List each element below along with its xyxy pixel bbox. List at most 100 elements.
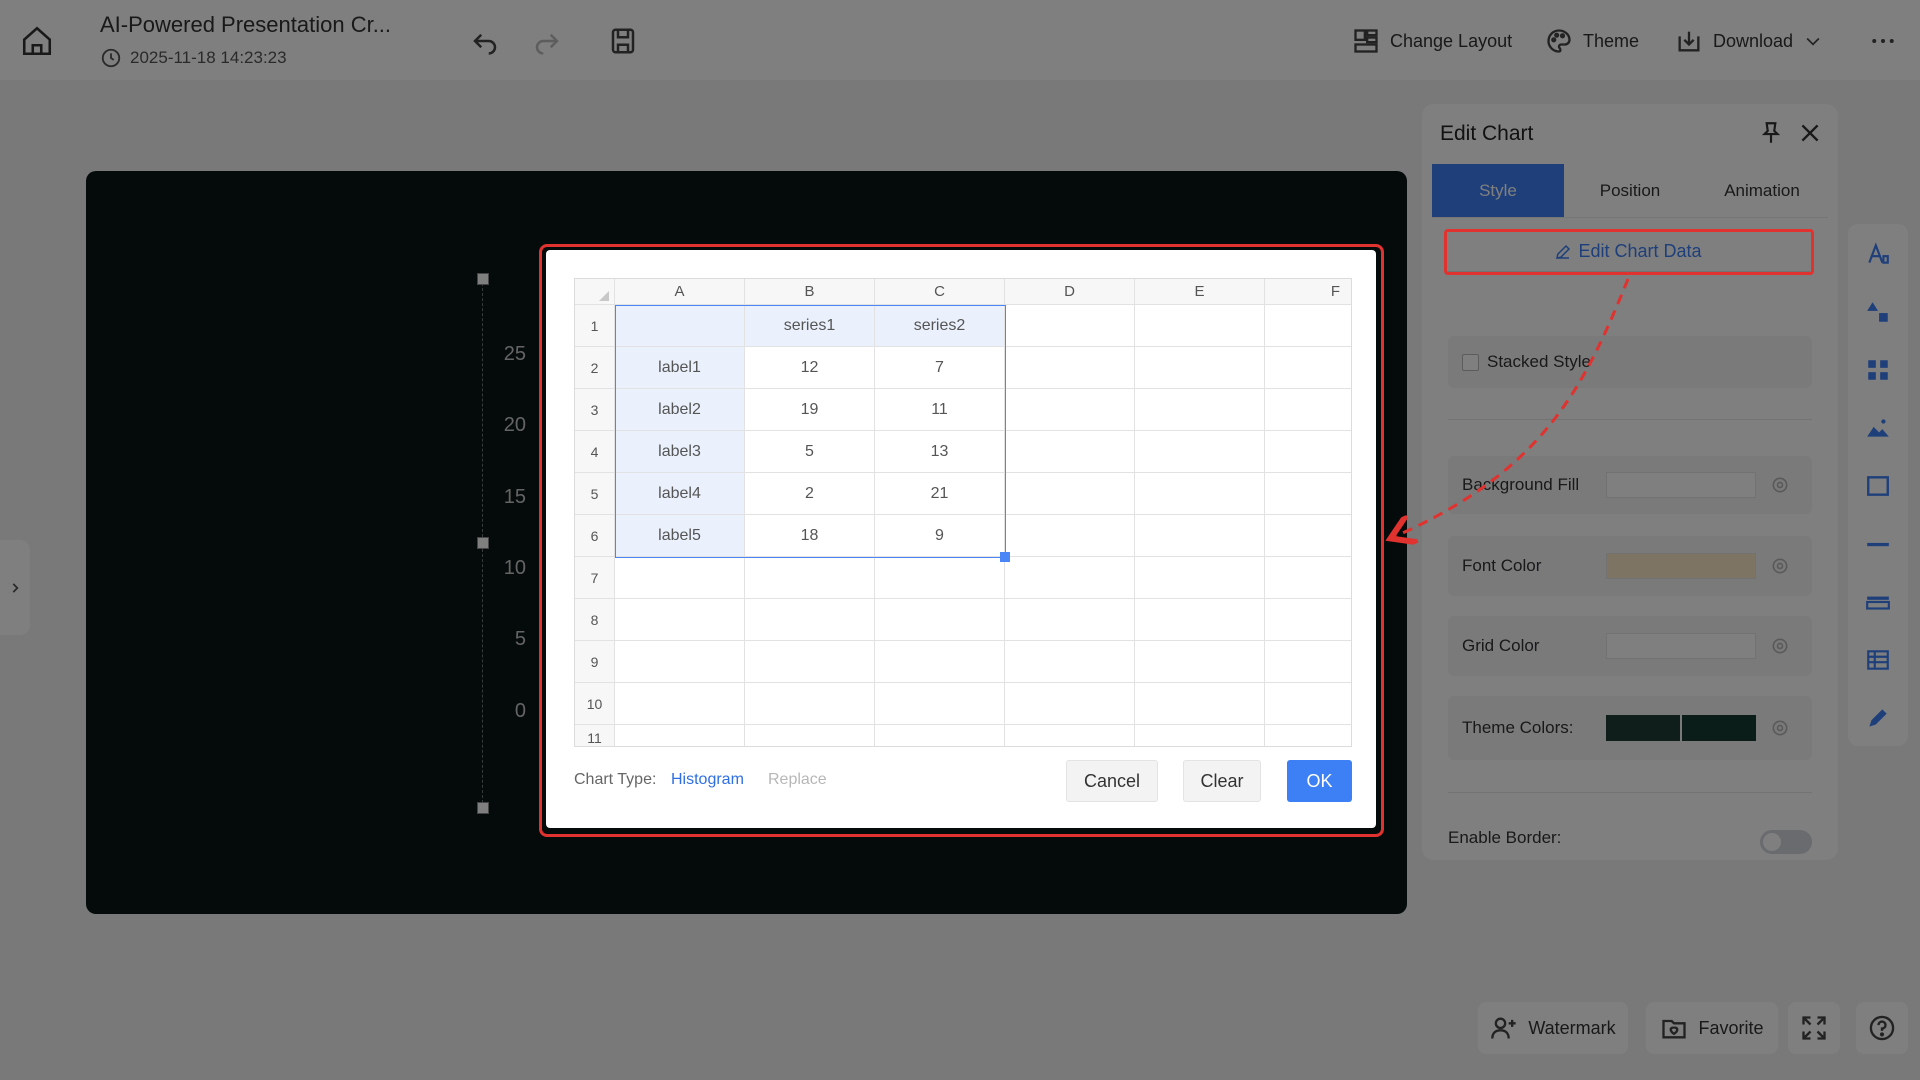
resize-handle-top[interactable] [477, 273, 489, 285]
empty-cell[interactable] [1135, 389, 1265, 431]
theme-swatch[interactable] [1606, 715, 1680, 741]
row-header[interactable]: 9 [575, 641, 615, 683]
pin-icon[interactable] [1758, 120, 1786, 148]
data-cell[interactable]: 11 [875, 389, 1005, 431]
resize-handle-bottom[interactable] [477, 802, 489, 814]
column-header[interactable]: B [745, 279, 875, 305]
tab-style[interactable]: Style [1432, 164, 1564, 218]
more-icon[interactable] [1868, 26, 1898, 56]
shapes-icon[interactable] [1863, 297, 1893, 327]
eyedropper-icon[interactable] [1770, 556, 1790, 576]
empty-cell[interactable] [1135, 599, 1265, 641]
empty-cell[interactable] [1135, 683, 1265, 725]
empty-cell[interactable] [745, 725, 875, 746]
fullscreen-button[interactable] [1788, 1002, 1840, 1054]
replace-chart-type-link[interactable]: Replace [768, 771, 827, 789]
redo-icon[interactable] [532, 26, 562, 56]
textbox-icon[interactable] [1863, 587, 1893, 617]
empty-cell[interactable] [1005, 599, 1135, 641]
row-header[interactable]: 6 [575, 515, 615, 557]
empty-cell[interactable] [1005, 347, 1135, 389]
column-header[interactable]: D [1005, 279, 1135, 305]
row-header[interactable]: 8 [575, 599, 615, 641]
eyedropper-icon[interactable] [1770, 475, 1790, 495]
empty-cell[interactable] [1135, 305, 1265, 347]
empty-cell[interactable] [1265, 641, 1351, 683]
empty-cell[interactable] [1005, 431, 1135, 473]
row-header[interactable]: 10 [575, 683, 615, 725]
empty-cell[interactable] [875, 641, 1005, 683]
sidebar-expand-handle[interactable] [0, 540, 30, 635]
grid-elements-icon[interactable] [1863, 355, 1893, 385]
cancel-button[interactable]: Cancel [1066, 760, 1158, 802]
theme-swatch[interactable] [1682, 715, 1756, 741]
row-header[interactable]: 11 [575, 725, 615, 746]
edit-chart-data-button[interactable]: Edit Chart Data [1446, 232, 1810, 272]
data-cell[interactable]: 12 [745, 347, 875, 389]
eyedropper-icon[interactable] [1770, 718, 1790, 738]
empty-cell[interactable] [1265, 473, 1351, 515]
empty-cell[interactable] [875, 683, 1005, 725]
frame-icon[interactable] [1863, 471, 1893, 501]
empty-cell[interactable] [1135, 725, 1265, 746]
theme-color-swatches[interactable] [1606, 715, 1756, 741]
empty-cell[interactable] [1265, 431, 1351, 473]
data-cell[interactable]: series2 [875, 305, 1005, 347]
data-cell[interactable]: label1 [615, 347, 745, 389]
empty-cell[interactable] [1265, 599, 1351, 641]
empty-cell[interactable] [1005, 557, 1135, 599]
empty-cell[interactable] [875, 557, 1005, 599]
stacked-style-row[interactable]: Stacked Style [1448, 336, 1812, 388]
data-cell[interactable]: label4 [615, 473, 745, 515]
fill-handle[interactable] [1000, 552, 1010, 562]
clear-button[interactable]: Clear [1183, 760, 1261, 802]
empty-cell[interactable] [1135, 431, 1265, 473]
column-header[interactable]: F [1265, 279, 1351, 305]
ok-button[interactable]: OK [1287, 760, 1352, 802]
grid-color-swatch[interactable] [1606, 633, 1756, 659]
empty-cell[interactable] [615, 683, 745, 725]
tab-animation[interactable]: Animation [1696, 164, 1828, 218]
data-cell[interactable]: 2 [745, 473, 875, 515]
empty-cell[interactable] [875, 725, 1005, 746]
empty-cell[interactable] [1265, 305, 1351, 347]
favorite-button[interactable]: Favorite [1646, 1002, 1778, 1054]
empty-cell[interactable] [1135, 515, 1265, 557]
empty-cell[interactable] [1135, 557, 1265, 599]
data-cell[interactable]: 9 [875, 515, 1005, 557]
empty-cell[interactable] [615, 725, 745, 746]
data-cell[interactable]: 7 [875, 347, 1005, 389]
empty-cell[interactable] [745, 557, 875, 599]
empty-cell[interactable] [875, 599, 1005, 641]
column-header[interactable]: A [615, 279, 745, 305]
row-header[interactable]: 2 [575, 347, 615, 389]
edit-icon[interactable] [1863, 703, 1893, 733]
download-button[interactable]: Download [1675, 24, 1823, 58]
data-cell[interactable]: series1 [745, 305, 875, 347]
empty-cell[interactable] [1265, 389, 1351, 431]
empty-cell[interactable] [1135, 641, 1265, 683]
stacked-style-checkbox[interactable] [1462, 353, 1479, 371]
image-icon[interactable] [1863, 413, 1893, 443]
help-button[interactable] [1856, 1002, 1908, 1054]
text-icon[interactable] [1863, 239, 1893, 269]
enable-border-toggle[interactable] [1760, 830, 1812, 854]
empty-cell[interactable] [1135, 347, 1265, 389]
font-color-swatch[interactable] [1606, 553, 1756, 579]
empty-cell[interactable] [1005, 473, 1135, 515]
data-cell[interactable]: 19 [745, 389, 875, 431]
empty-cell[interactable] [1265, 683, 1351, 725]
eyedropper-icon[interactable] [1770, 636, 1790, 656]
row-header[interactable]: 7 [575, 557, 615, 599]
empty-cell[interactable] [1005, 725, 1135, 746]
data-cell[interactable]: label2 [615, 389, 745, 431]
data-cell[interactable]: 5 [745, 431, 875, 473]
data-cell[interactable] [615, 305, 745, 347]
empty-cell[interactable] [615, 599, 745, 641]
row-header[interactable]: 5 [575, 473, 615, 515]
empty-cell[interactable] [745, 599, 875, 641]
watermark-button[interactable]: Watermark [1478, 1002, 1628, 1054]
row-header[interactable]: 1 [575, 305, 615, 347]
column-header[interactable]: C [875, 279, 1005, 305]
line-icon[interactable] [1863, 529, 1893, 559]
